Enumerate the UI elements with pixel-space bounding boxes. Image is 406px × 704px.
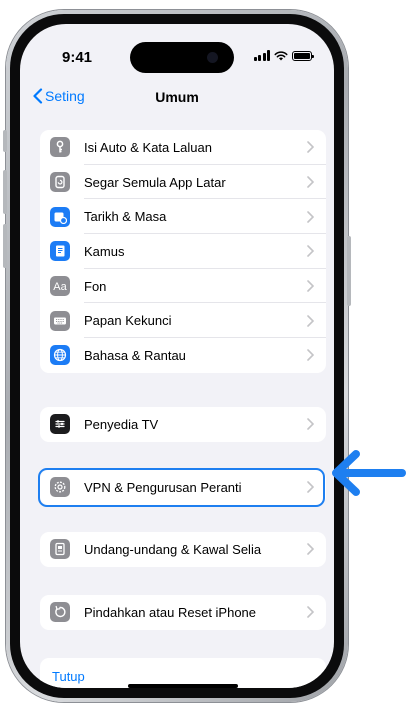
row-transfer-reset-iphone[interactable]: Pindahkan atau Reset iPhone: [40, 595, 326, 630]
shutdown-label: Tutup: [52, 669, 85, 684]
row-label: Bahasa & Rantau: [84, 347, 186, 363]
screen: 9:41 Seting Umum Isi Auto & Kata Laluan …: [20, 24, 334, 688]
reset-icon: [50, 602, 70, 623]
row-dictionary[interactable]: Kamus: [40, 234, 326, 269]
row-label: Isi Auto & Kata Laluan: [84, 139, 212, 155]
chevron-right-icon: [307, 245, 314, 258]
key-icon: [50, 137, 70, 158]
settings-group-tv: Penyedia TV: [40, 407, 326, 442]
chevron-right-icon: [307, 606, 314, 619]
document-icon: [50, 539, 70, 560]
home-indicator[interactable]: [128, 684, 238, 688]
row-date-time[interactable]: Tarikh & Masa: [40, 199, 326, 234]
page-title: Umum: [155, 89, 199, 105]
row-label: Kamus: [84, 243, 125, 259]
chevron-right-icon: [307, 210, 314, 223]
settings-group-reset: Pindahkan atau Reset iPhone: [40, 595, 326, 630]
battery-icon: [292, 50, 314, 61]
highlight-outline: [38, 468, 325, 507]
wifi-icon: [274, 51, 288, 61]
phone-frame: 9:41 Seting Umum Isi Auto & Kata Laluan …: [3, 10, 351, 702]
chevron-right-icon: [307, 349, 314, 362]
status-time: 9:41: [62, 49, 93, 66]
keyboard-icon: [50, 310, 70, 331]
row-autofill-passwords[interactable]: Isi Auto & Kata Laluan: [40, 130, 326, 165]
arrow-left-icon: [332, 450, 406, 496]
row-fonts[interactable]: Aa Fon: [40, 269, 326, 304]
row-language-region[interactable]: Bahasa & Rantau: [40, 338, 326, 373]
navigation-bar: Seting Umum: [20, 84, 334, 114]
chevron-right-icon: [307, 280, 314, 292]
tv-provider-icon: [50, 414, 70, 435]
row-background-app-refresh[interactable]: Segar Semula App Latar: [40, 165, 326, 200]
globe-icon: [50, 345, 70, 366]
dynamic-island: [130, 42, 234, 73]
row-label: Papan Kekunci: [84, 313, 172, 329]
chevron-right-icon: [307, 176, 314, 188]
row-label: Tarikh & Masa: [84, 209, 167, 225]
chevron-right-icon: [307, 418, 314, 431]
font-icon: Aa: [50, 276, 70, 297]
chevron-right-icon: [307, 314, 314, 327]
row-label: Pindahkan atau Reset iPhone: [84, 604, 257, 620]
row-keyboard[interactable]: Papan Kekunci: [40, 303, 326, 338]
row-label: Segar Semula App Latar: [84, 174, 226, 190]
settings-group-legal: Undang-undang & Kawal Selia: [40, 532, 326, 567]
status-bar: 9:41: [20, 24, 334, 73]
refresh-icon: [50, 172, 70, 193]
settings-group-general: Isi Auto & Kata Laluan Segar Semula App …: [40, 130, 326, 373]
cellular-signal-icon: [253, 50, 270, 61]
row-label: Fon: [84, 278, 107, 294]
row-legal-regulatory[interactable]: Undang-undang & Kawal Selia: [40, 532, 326, 567]
chevron-right-icon: [307, 141, 314, 154]
book-icon: [50, 241, 70, 262]
row-label: Undang-undang & Kawal Selia: [84, 541, 262, 557]
row-tv-provider[interactable]: Penyedia TV: [40, 407, 326, 442]
svg-text:Aa: Aa: [53, 281, 67, 293]
calendar-clock-icon: [50, 206, 70, 227]
row-label: Penyedia TV: [84, 416, 159, 432]
chevron-right-icon: [307, 543, 314, 556]
